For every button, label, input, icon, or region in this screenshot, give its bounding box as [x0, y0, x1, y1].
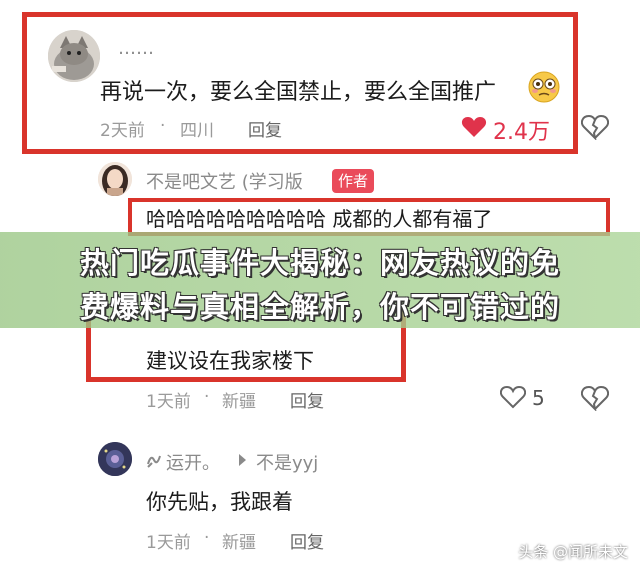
comment-3-reply-button[interactable]: 回复: [290, 387, 324, 412]
comment-1-location: 四川: [180, 121, 214, 141]
watermark: 头条 @闻所未文: [518, 543, 628, 561]
broken-heart-icon[interactable]: [581, 385, 609, 411]
comment-3-location: 新疆: [222, 392, 256, 412]
comment-4-text: 你先贴，我跟着: [146, 490, 293, 514]
comment-1-like-count: 2.4万: [493, 120, 550, 145]
author-badge: 作者: [332, 169, 375, 193]
comment-3-text: 建议设在我家楼下: [146, 349, 314, 373]
meta-separator: ·: [204, 387, 210, 407]
comment-1-text: 再说一次，要么全国禁止，要么全国推广: [100, 80, 497, 105]
comment-4-username[interactable]: 运开。: [166, 449, 220, 475]
banner-line-1: 热门吃瓜事件大揭秘：网友热议的免: [79, 246, 560, 280]
avatar[interactable]: [98, 442, 132, 476]
comment-4-time: 1天前: [146, 533, 191, 553]
author-avatar[interactable]: [98, 162, 132, 196]
comment-4-reply-button[interactable]: 回复: [290, 528, 324, 553]
comment-4-reply-to[interactable]: 不是yyj: [256, 449, 318, 475]
avatar[interactable]: [48, 30, 100, 82]
banner-line-2: 费爆料与真相全解析，你不可错过的: [79, 290, 560, 324]
comment-2-username[interactable]: 不是吧文艺 (学习版: [146, 168, 303, 194]
wave-icon: [145, 450, 165, 470]
title-banner: 热门吃瓜事件大揭秘：网友热议的免 费爆料与真相全解析，你不可错过的: [0, 232, 640, 328]
comment-1-reply-button[interactable]: 回复: [248, 116, 282, 141]
broken-heart-icon[interactable]: [581, 114, 609, 140]
comment-4-location: 新疆: [222, 533, 256, 553]
meta-separator: ·: [160, 116, 166, 136]
reply-arrow-icon: [236, 451, 250, 469]
heart-outline-icon[interactable]: [500, 385, 526, 409]
heart-filled-icon[interactable]: [461, 115, 487, 139]
comment-1-username[interactable]: ……: [118, 38, 154, 59]
flushed-face-emoji-icon: [527, 70, 561, 104]
comment-3-like-count: 5: [532, 386, 545, 410]
comment-1-time: 2天前: [100, 121, 145, 141]
comment-2-text: 哈哈哈哈哈哈哈哈哈 成都的人都有福了: [146, 207, 493, 231]
comment-3-time: 1天前: [146, 392, 191, 412]
meta-separator: ·: [204, 528, 210, 548]
